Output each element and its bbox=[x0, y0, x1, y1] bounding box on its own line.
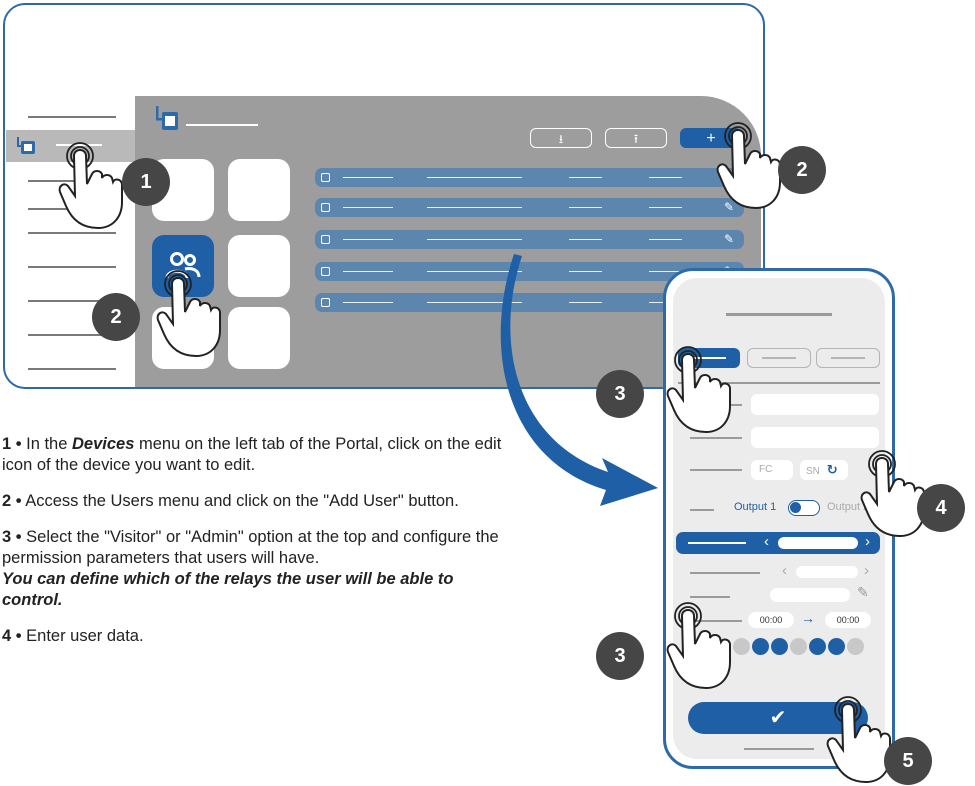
pointing-hand-icon bbox=[666, 346, 731, 433]
device-row[interactable]: ✎ bbox=[315, 230, 744, 249]
sidebar-item[interactable] bbox=[28, 232, 116, 234]
download-button[interactable]: ⭳ bbox=[530, 128, 592, 148]
pencil-icon[interactable]: ✎ bbox=[857, 584, 869, 601]
secondary-selector[interactable] bbox=[796, 566, 858, 578]
devices-menu-name: Devices bbox=[72, 435, 135, 453]
step-3-note: You can define which of the relays the u… bbox=[2, 570, 454, 609]
step-4-text: 4 • Enter user data. bbox=[2, 627, 144, 645]
arrow-right-icon: → bbox=[801, 610, 815, 626]
upload-icon: ⭱ bbox=[633, 132, 639, 146]
form-title-line bbox=[726, 313, 832, 316]
menu-tile[interactable] bbox=[228, 235, 290, 297]
step-badge-2: 2 bbox=[778, 146, 826, 194]
step-badge-1: 1 bbox=[122, 158, 170, 206]
row-checkbox[interactable] bbox=[321, 203, 330, 212]
permission-selector[interactable]: ‹ › bbox=[676, 532, 880, 554]
weekday-dot[interactable] bbox=[771, 638, 788, 655]
field-label bbox=[690, 596, 730, 598]
sidebar-item[interactable] bbox=[28, 266, 116, 268]
device-row[interactable]: ✎ bbox=[315, 198, 744, 217]
pointing-hand-icon bbox=[58, 142, 123, 229]
fc-field[interactable]: FC bbox=[751, 460, 793, 480]
name-field[interactable] bbox=[751, 394, 879, 415]
sn-field[interactable]: SN ↻ bbox=[800, 460, 848, 480]
sidebar-item[interactable] bbox=[28, 116, 116, 118]
weekday-dot[interactable] bbox=[809, 638, 826, 655]
step-badge-4: 4 bbox=[917, 484, 965, 532]
home-indicator bbox=[744, 748, 814, 750]
selector-value bbox=[778, 537, 858, 549]
device-row[interactable]: ✎ bbox=[315, 168, 744, 187]
step-1-text: 1 • In the Devices menu on the left tab … bbox=[2, 435, 502, 474]
instructions: 1 • In the Devices menu on the left tab … bbox=[2, 434, 512, 662]
step-badge-2: 2 bbox=[92, 293, 140, 341]
output1-label: Output 1 bbox=[734, 501, 777, 513]
fc-label: FC bbox=[759, 464, 773, 475]
row-checkbox[interactable] bbox=[321, 298, 330, 307]
step-2-text: 2 • Access the Users menu and click on t… bbox=[2, 492, 459, 510]
field-label bbox=[690, 509, 714, 511]
row-checkbox[interactable] bbox=[321, 267, 330, 276]
field-label bbox=[690, 572, 760, 574]
chevron-right-icon[interactable]: › bbox=[864, 562, 869, 579]
device-icon bbox=[156, 106, 178, 130]
schedule-name-field[interactable] bbox=[770, 588, 850, 602]
flow-arrow bbox=[500, 254, 658, 506]
step-badge-3: 3 bbox=[596, 370, 644, 418]
pencil-icon[interactable]: ✎ bbox=[724, 232, 734, 246]
refresh-icon[interactable]: ↻ bbox=[827, 462, 838, 477]
chevron-left-icon[interactable]: ‹ bbox=[764, 533, 769, 550]
output-toggle[interactable] bbox=[788, 500, 820, 516]
device-icon bbox=[17, 137, 35, 154]
toggle-knob bbox=[790, 502, 801, 513]
download-icon: ⭳ bbox=[558, 132, 564, 146]
menu-tile[interactable] bbox=[228, 307, 290, 369]
time-start-field[interactable]: 00:00 bbox=[748, 612, 794, 628]
panel-title-line bbox=[186, 124, 258, 126]
menu-tile[interactable] bbox=[228, 159, 290, 221]
step-3-text: 3 • Select the "Visitor" or "Admin" opti… bbox=[2, 528, 499, 567]
pointing-hand-icon bbox=[156, 270, 221, 357]
sn-label: SN bbox=[806, 466, 820, 477]
row-checkbox[interactable] bbox=[321, 235, 330, 244]
sidebar-item[interactable] bbox=[28, 368, 116, 370]
weekday-dot[interactable] bbox=[828, 638, 845, 655]
upload-button[interactable]: ⭱ bbox=[605, 128, 667, 148]
weekday-dot[interactable] bbox=[790, 638, 807, 655]
check-icon: ✔ bbox=[769, 707, 787, 729]
plus-icon: + bbox=[706, 130, 716, 147]
chevron-left-icon[interactable]: ‹ bbox=[782, 562, 787, 579]
step-badge-3: 3 bbox=[596, 632, 644, 680]
pointing-hand-icon bbox=[716, 122, 781, 209]
tab-admin[interactable] bbox=[747, 348, 811, 368]
step-badge-5: 5 bbox=[884, 737, 932, 785]
tab-other[interactable] bbox=[816, 348, 880, 368]
field-label bbox=[690, 437, 742, 439]
email-field[interactable] bbox=[751, 427, 879, 448]
weekday-dot[interactable] bbox=[847, 638, 864, 655]
pointing-hand-icon bbox=[666, 602, 731, 689]
time-end-field[interactable]: 00:00 bbox=[825, 612, 871, 628]
field-label bbox=[690, 469, 742, 471]
weekday-dot[interactable] bbox=[752, 638, 769, 655]
row-checkbox[interactable] bbox=[321, 173, 330, 182]
